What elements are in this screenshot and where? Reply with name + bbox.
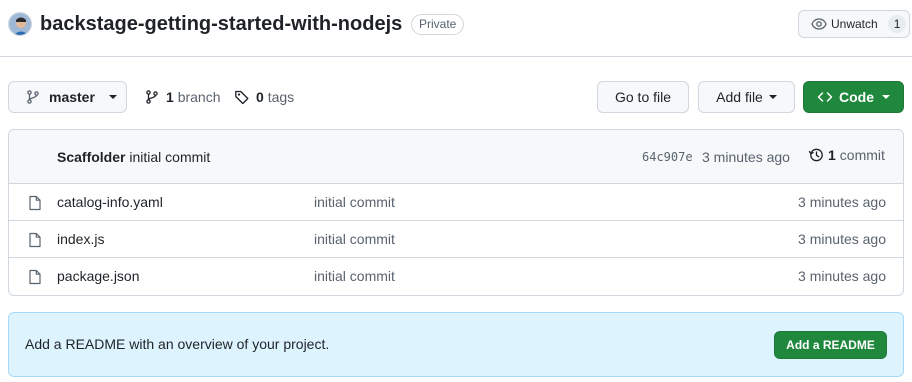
history-icon — [808, 148, 823, 162]
file-name-link[interactable]: package.json — [57, 268, 140, 284]
watch-counter: 1 — [887, 15, 907, 33]
git-branch-icon — [27, 90, 39, 104]
file-commit-time: 3 minutes ago — [798, 231, 886, 247]
git-branch-icon — [146, 90, 158, 104]
readme-prompt-banner: Add a README with an overview of your pr… — [8, 312, 904, 377]
commit-count: 1 — [828, 147, 836, 163]
file-icon — [29, 269, 41, 285]
add-file-button[interactable]: Add file — [698, 81, 795, 113]
commit-count-label: commit — [839, 147, 885, 163]
chevron-down-icon — [768, 95, 777, 99]
code-button[interactable]: Code — [803, 81, 904, 113]
file-commit-message[interactable]: initial commit — [314, 268, 395, 284]
code-label: Code — [839, 89, 874, 105]
file-row[interactable]: catalog-info.yaml initial commit 3 minut… — [9, 184, 903, 221]
file-icon — [29, 195, 41, 211]
file-commit-time: 3 minutes ago — [798, 268, 886, 284]
add-file-label: Add file — [716, 89, 763, 105]
latest-commit-bar: Scaffolder initial commit 64c907e 3 minu… — [9, 130, 903, 184]
file-row[interactable]: package.json initial commit 3 minutes ag… — [9, 258, 903, 295]
chevron-down-icon — [108, 95, 117, 99]
file-commit-time: 3 minutes ago — [798, 194, 886, 210]
tag-icon — [235, 90, 249, 105]
file-browser: Scaffolder initial commit 64c907e 3 minu… — [8, 129, 904, 296]
tags-link[interactable]: 0 tags — [234, 81, 294, 113]
commit-message[interactable]: initial commit — [129, 149, 210, 165]
commit-author-and-message: Scaffolder initial commit — [57, 149, 210, 165]
unwatch-button[interactable]: Unwatch 1 — [798, 10, 910, 38]
commit-time: 3 minutes ago — [702, 149, 790, 165]
tag-count-label: tags — [267, 89, 295, 105]
add-readme-button[interactable]: Add a README — [774, 331, 887, 359]
file-commit-message[interactable]: initial commit — [314, 231, 395, 247]
readme-prompt-text: Add a README with an overview of your pr… — [25, 336, 330, 352]
branch-count: 1 — [166, 89, 174, 105]
file-name-link[interactable]: index.js — [57, 231, 104, 247]
repo-header: backstage-getting-started-with-nodejs Pr… — [0, 0, 912, 57]
owner-avatar[interactable] — [8, 12, 32, 36]
go-to-file-button[interactable]: Go to file — [597, 81, 689, 113]
commit-sha[interactable]: 64c907e — [642, 150, 693, 164]
file-commit-message[interactable]: initial commit — [314, 194, 395, 210]
repo-name-link[interactable]: backstage-getting-started-with-nodejs — [40, 10, 402, 38]
commit-author[interactable]: Scaffolder — [57, 149, 125, 165]
branch-selector[interactable]: master — [8, 81, 127, 113]
eye-icon — [811, 18, 827, 30]
avatar-image — [9, 13, 31, 35]
commit-history-link[interactable]: 1 commit — [808, 147, 885, 163]
file-icon — [29, 232, 41, 248]
branch-name: master — [49, 89, 95, 105]
branch-count-label: branch — [177, 89, 221, 105]
file-name-link[interactable]: catalog-info.yaml — [57, 194, 163, 210]
code-icon — [817, 92, 833, 102]
tag-count: 0 — [256, 89, 264, 105]
file-row[interactable]: index.js initial commit 3 minutes ago — [9, 221, 903, 258]
branches-link[interactable]: 1 branch — [144, 81, 221, 113]
visibility-badge: Private — [411, 14, 465, 35]
unwatch-label: Unwatch — [831, 17, 878, 31]
chevron-down-icon — [882, 95, 890, 99]
